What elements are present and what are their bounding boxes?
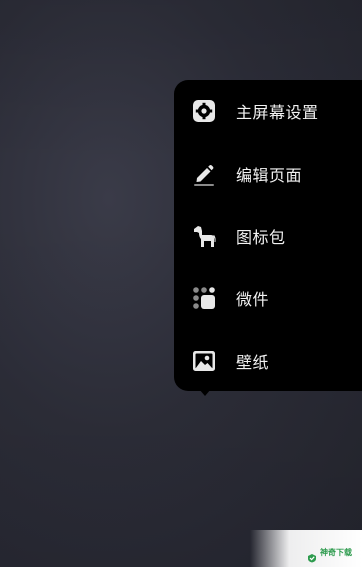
menu-item-wallpaper[interactable]: 壁纸: [174, 330, 362, 392]
watermark: 神奇下载: [250, 530, 362, 567]
menu-item-label: 微件: [236, 290, 270, 309]
home-long-press-menu: 主屏幕设置 编辑页面 图标包 微件 壁纸: [174, 80, 362, 391]
menu-item-home-settings[interactable]: 主屏幕设置: [174, 80, 362, 142]
watermark-logo-icon: [307, 548, 317, 563]
menu-item-icon-pack[interactable]: 图标包: [174, 205, 362, 267]
gear-icon: [190, 97, 218, 125]
horse-icon: [190, 222, 218, 250]
menu-item-label: 编辑页面: [236, 166, 303, 185]
menu-item-widgets[interactable]: 微件: [174, 267, 362, 329]
wallpaper-icon: [190, 347, 218, 375]
menu-item-edit-page[interactable]: 编辑页面: [174, 143, 362, 205]
watermark-text: 神奇下载: [320, 548, 352, 557]
pencil-icon: [190, 160, 218, 188]
menu-item-label: 图标包: [236, 228, 286, 247]
widgets-icon: [190, 284, 218, 312]
menu-item-label: 壁纸: [236, 353, 270, 372]
menu-item-label: 主屏幕设置: [236, 103, 319, 122]
menu-pointer: [199, 389, 211, 396]
